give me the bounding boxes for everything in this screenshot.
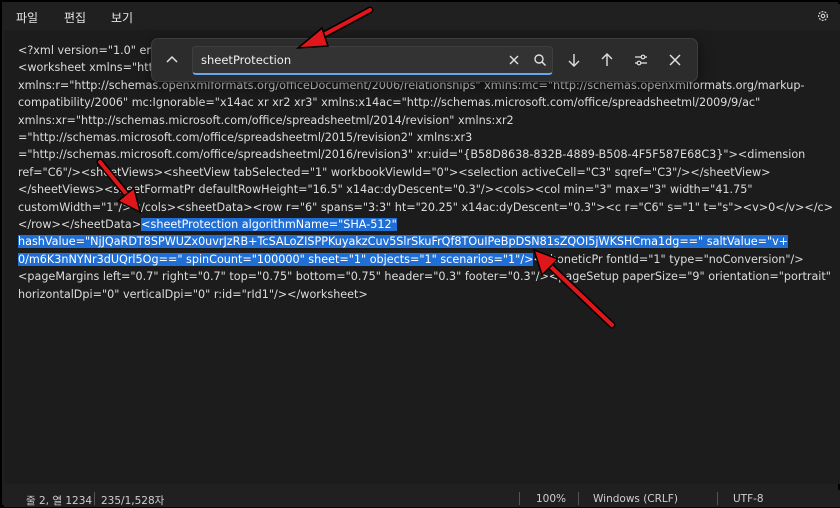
text-line: <pageMargins left="0.7" right="0.7" top=… bbox=[18, 270, 831, 284]
zoom-level[interactable]: 100% bbox=[536, 493, 566, 505]
clear-icon[interactable] bbox=[506, 52, 522, 68]
find-input[interactable] bbox=[192, 46, 553, 75]
text-line: </row></sheetData> bbox=[18, 218, 142, 232]
text-line: xmlns:xr="http://schemas.microsoft.com/o… bbox=[18, 113, 514, 127]
text-line: <phoneticPr fontId="1" type="noConversio… bbox=[533, 252, 804, 266]
text-line: horizontalDpi="0" verticalDpi="0" r:id="… bbox=[18, 287, 368, 301]
encoding: UTF-8 bbox=[733, 493, 764, 505]
status-divider bbox=[578, 492, 579, 505]
text-line: ref="C6"/><sheetViews><sheetView tabSele… bbox=[18, 165, 771, 179]
text-line: <?xml version="1.0" enc bbox=[18, 44, 160, 57]
menu-view[interactable]: 보기 bbox=[111, 9, 133, 26]
text-line: customWidth="1"/></cols><sheetData><row … bbox=[18, 200, 834, 214]
selected-text: 0/m6K3nNYNr3dUQrl5Og==" spinCount="10000… bbox=[18, 252, 534, 266]
menu-bar: 파일 편집 보기 bbox=[4, 4, 840, 30]
search-icon[interactable] bbox=[532, 52, 548, 68]
gear-icon[interactable] bbox=[816, 9, 830, 23]
text-line: <worksheet xmlns="htt bbox=[18, 61, 154, 75]
status-divider bbox=[717, 492, 718, 505]
status-divider bbox=[94, 492, 95, 505]
text-line: ="http://schemas.microsoft.com/office/sp… bbox=[18, 131, 473, 145]
find-panel bbox=[151, 38, 698, 82]
cursor-position: 줄 2, 열 1234 bbox=[26, 495, 93, 507]
arrow-up-icon[interactable] bbox=[599, 52, 615, 68]
chevron-up-icon[interactable] bbox=[163, 51, 181, 69]
text-line: compatibility/2006" mc:Ignorable="x14ac … bbox=[18, 96, 761, 110]
text-editor[interactable]: <?xml version="1.0" enc <worksheet xmlns… bbox=[4, 30, 840, 484]
status-bar: 줄 2, 열 1234 235/1,528자 100% Windows (CRL… bbox=[4, 490, 840, 507]
close-icon[interactable] bbox=[667, 52, 683, 68]
menu-edit[interactable]: 편집 bbox=[64, 9, 86, 26]
character-count: 235/1,528자 bbox=[101, 495, 165, 507]
text-line: ="http://schemas.microsoft.com/office/sp… bbox=[18, 148, 806, 162]
text-line: </sheetViews><sheetFormatPr defaultRowHe… bbox=[18, 183, 753, 197]
notepad-window: 파일 편집 보기 <?xml version="1.0" enc <worksh… bbox=[0, 0, 840, 507]
arrow-down-icon[interactable] bbox=[566, 52, 582, 68]
menu-file[interactable]: 파일 bbox=[16, 9, 38, 26]
line-ending: Windows (CRLF) bbox=[593, 493, 678, 505]
selected-text: <sheetProtection algorithmName="SHA-512" bbox=[141, 218, 397, 232]
find-options-icon[interactable] bbox=[633, 52, 649, 68]
status-divider bbox=[519, 492, 520, 505]
selected-text: hashValue="NjJQaRDT8SPWUZx0uvrJzRB+TcSAL… bbox=[18, 235, 789, 249]
